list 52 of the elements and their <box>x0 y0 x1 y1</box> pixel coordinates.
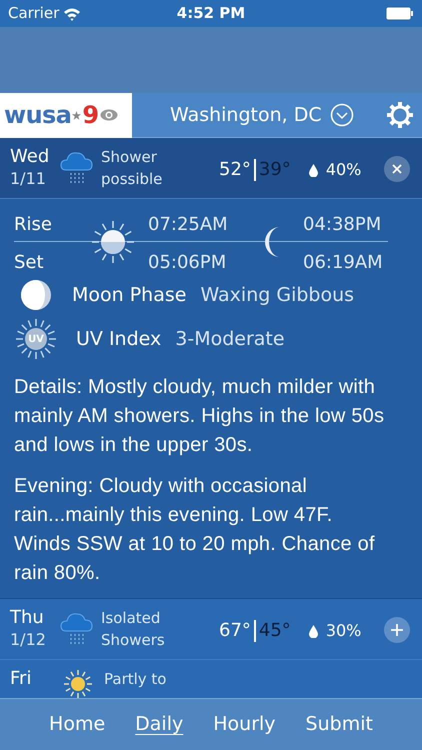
close-icon <box>392 164 402 174</box>
moonrise-time: 04:38PM <box>303 213 382 237</box>
sunrise-time: 07:25AM <box>148 213 228 237</box>
expand-button[interactable] <box>384 617 410 643</box>
condition-text: Partly to <box>104 669 168 690</box>
sunset-time: 05:06PM <box>148 251 226 275</box>
set-label: Set <box>14 251 44 275</box>
date-label: 1/12 <box>10 629 47 651</box>
collapse-button[interactable] <box>384 156 410 182</box>
day-label: Thu <box>10 607 45 629</box>
location-selector[interactable]: Washington, DC <box>170 100 354 130</box>
high-temperature: 67° <box>219 619 251 643</box>
tab[interactable]: Daily <box>135 710 184 739</box>
precipitation-chance: 40% <box>326 159 362 181</box>
day-label: Fri <box>10 668 32 690</box>
uv-index-label: UV Index <box>76 326 162 352</box>
uv-icon-text: UV <box>28 332 44 346</box>
low-temperature: 45° <box>258 619 291 643</box>
star-icon <box>72 110 82 120</box>
rise-label: Rise <box>14 213 52 237</box>
tab[interactable]: Hourly <box>213 710 276 739</box>
battery-icon <box>386 7 414 20</box>
logo-number: 9 <box>82 100 100 131</box>
settings-button[interactable] <box>386 101 414 129</box>
uv-sun-icon <box>14 317 58 361</box>
eye-icon <box>100 109 118 121</box>
settings-icon <box>386 101 414 129</box>
day-label: Wed <box>10 146 50 168</box>
precipitation-chance: 30% <box>326 620 362 642</box>
moonset-time: 06:19AM <box>303 251 383 275</box>
moon-phase-label: Moon Phase <box>72 282 186 308</box>
condition-text: Isolated Showers <box>101 608 166 651</box>
raindrop-icon <box>308 164 318 176</box>
tab[interactable]: Home <box>49 710 106 739</box>
raindrop-icon <box>308 624 318 638</box>
tab[interactable]: Submit <box>306 710 373 739</box>
wifi-icon <box>63 6 82 20</box>
chevron-down-icon <box>330 103 354 127</box>
moon-phase-value: Waxing Gibbous <box>200 282 354 308</box>
logo-text: wusa <box>4 100 72 131</box>
carrier-label: Carrier <box>8 3 60 24</box>
forecast-paragraph: Details: Mostly cloudy, much milder with mainly AM showers. Highs in the low 50s and lows in the upper 30s. <box>14 375 386 458</box>
status-time: 4:52 PM <box>176 3 246 24</box>
plus-icon <box>391 624 403 636</box>
high-temperature: 52° <box>219 158 251 182</box>
sun-horizon-icon <box>90 219 136 265</box>
uv-index-value: 3-Moderate <box>175 326 285 352</box>
forecast-paragraph: Evening: Cloudy with occasional rain...mainly this evening. Low 47F. Winds SSW at 10 to 20 mph. Chance of rain 80%. <box>14 474 376 586</box>
low-temperature: 39° <box>258 158 291 182</box>
moon-phase-icon <box>20 279 52 311</box>
date-label: 1/11 <box>10 168 47 190</box>
condition-text: Shower possible <box>101 147 164 190</box>
